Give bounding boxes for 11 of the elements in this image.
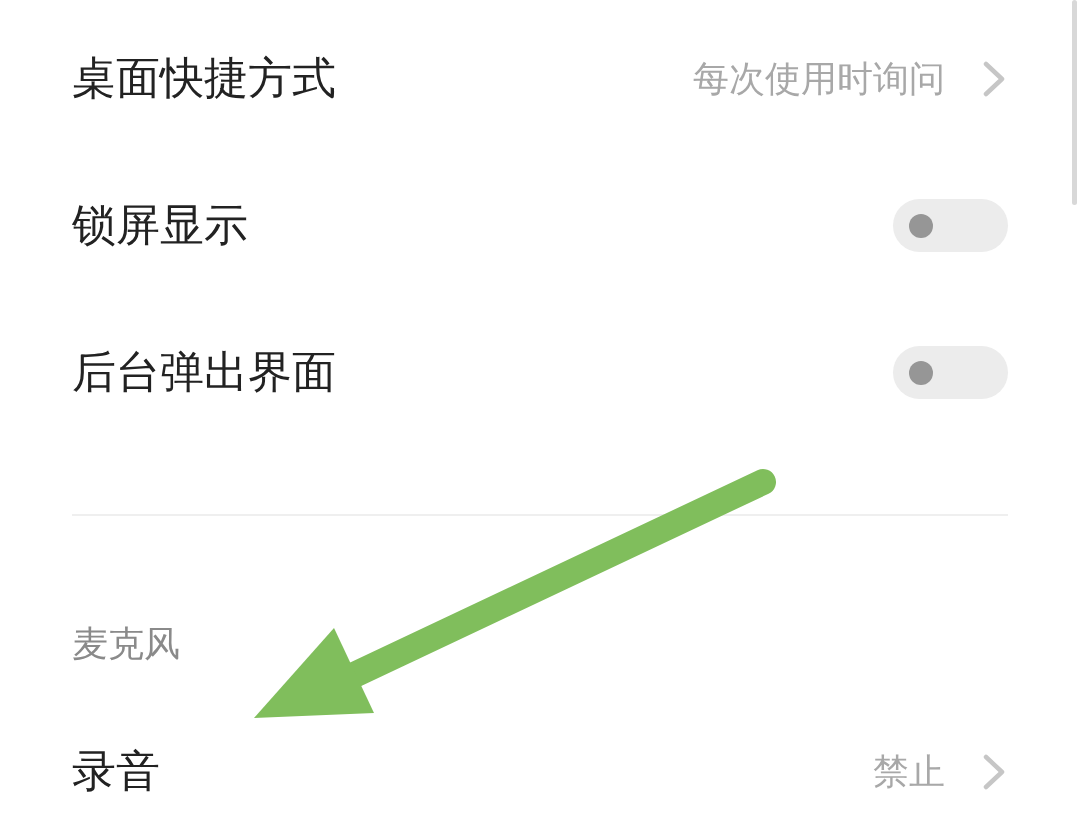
section-header: 麦克风 [72,622,180,666]
toggle-switch[interactable] [893,199,1008,252]
setting-value: 禁止 [873,749,945,794]
setting-label: 桌面快捷方式 [72,52,336,105]
setting-label: 录音 [72,745,160,798]
chevron-right-icon[interactable] [983,753,1005,790]
setting-value: 每次使用时询问 [693,56,945,101]
setting-label: 锁屏显示 [72,199,248,252]
setting-label: 后台弹出界面 [72,346,336,399]
toggle-switch[interactable] [893,346,1008,399]
chevron-right-icon[interactable] [983,60,1005,97]
